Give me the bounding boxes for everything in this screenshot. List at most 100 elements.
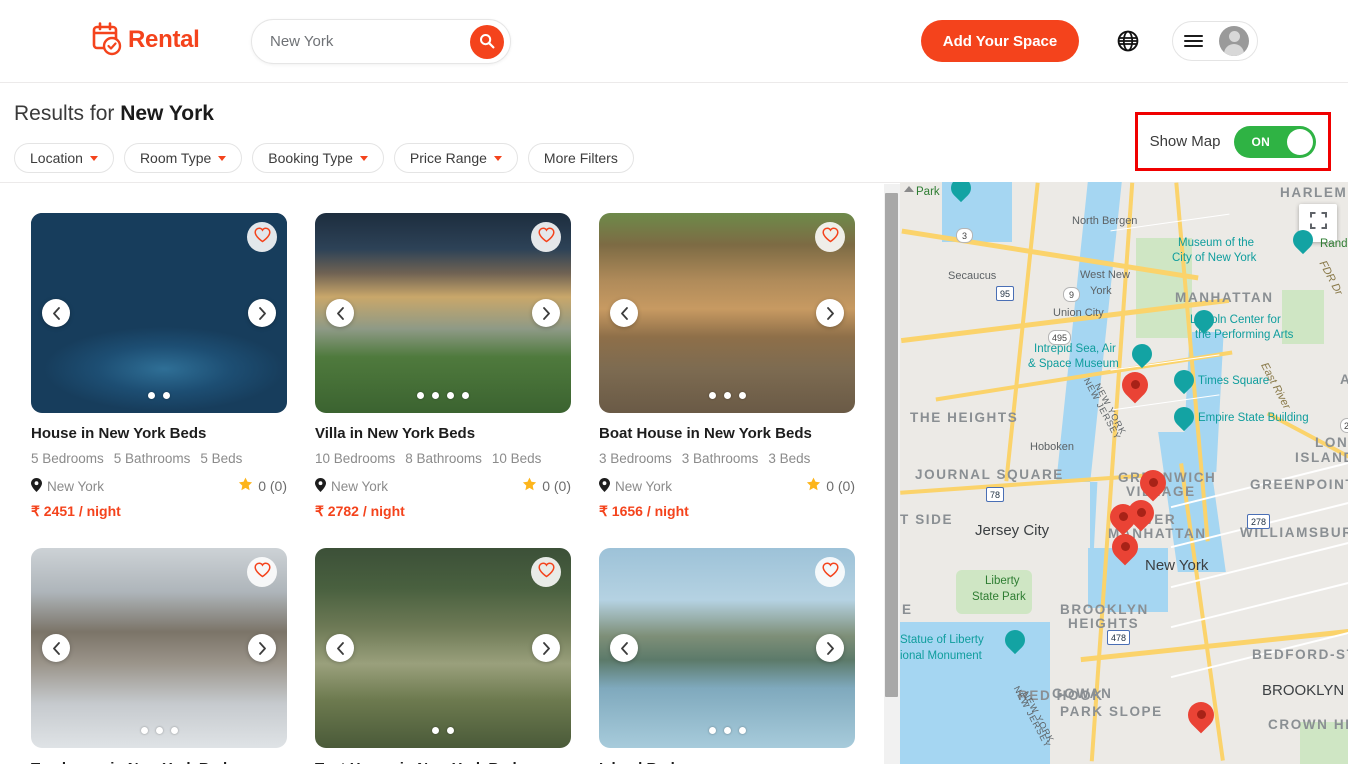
map-poi-pin-times-square[interactable]: [1169, 365, 1199, 397]
map-label: Union City: [1053, 307, 1104, 319]
listing-card[interactable]: Island Beds: [599, 548, 855, 764]
listing-title: Treehouse in New York Beds: [31, 760, 287, 764]
results-scrollbar-thumb[interactable]: [885, 193, 898, 697]
map-route-shield: 9: [1063, 287, 1080, 302]
map-label: Park: [916, 186, 940, 198]
carousel-dot[interactable]: [723, 392, 731, 399]
carousel-dots: [31, 727, 287, 734]
show-map-label: Show Map: [1149, 133, 1221, 150]
search-input[interactable]: [270, 33, 450, 50]
map-marker-listing[interactable]: [1116, 366, 1154, 406]
listing-rating: 0 (0): [238, 477, 287, 495]
carousel-prev-button[interactable]: [326, 299, 354, 327]
map-label: North Bergen: [1072, 215, 1138, 227]
map-poi-pin-park[interactable]: [946, 182, 976, 205]
listing-title: Villa in New York Beds: [315, 425, 476, 442]
carousel-dot[interactable]: [140, 727, 148, 734]
carousel-next-button[interactable]: [248, 634, 276, 662]
filter-chip-price-range[interactable]: Price Range: [393, 143, 518, 173]
favorite-button[interactable]: [247, 222, 277, 252]
filter-chip-booking-type[interactable]: Booking Type: [252, 143, 384, 173]
favorite-button[interactable]: [815, 222, 845, 252]
carousel-prev-button[interactable]: [610, 299, 638, 327]
listing-rating: 0 (0): [522, 477, 571, 495]
carousel-dot[interactable]: [432, 727, 439, 734]
carousel-next-button[interactable]: [532, 299, 560, 327]
site-header: Rental Add Your Space: [0, 0, 1348, 83]
favorite-button[interactable]: [247, 557, 277, 587]
listing-image-carousel[interactable]: [31, 213, 287, 413]
carousel-dot[interactable]: [155, 727, 163, 734]
listing-title: Boat House in New York Beds: [599, 425, 812, 442]
carousel-dot[interactable]: [148, 392, 155, 399]
listing-image-carousel[interactable]: [599, 548, 855, 748]
results-map[interactable]: Park North Bergen HARLEM Secaucus West New Yo…: [900, 182, 1348, 764]
favorite-button[interactable]: [531, 557, 561, 587]
chevron-left-icon: [620, 641, 628, 655]
listing-image-carousel[interactable]: [315, 548, 571, 748]
carousel-dot[interactable]: [708, 392, 716, 399]
chevron-down-icon: [359, 155, 368, 161]
map-marker-listing[interactable]: [1106, 528, 1144, 568]
listing-image-carousel[interactable]: [599, 213, 855, 413]
brand-logo[interactable]: Rental: [92, 22, 200, 58]
user-menu-button[interactable]: [1172, 21, 1258, 61]
carousel-next-button[interactable]: [816, 634, 844, 662]
map-pin-icon: [599, 477, 610, 495]
carousel-dot[interactable]: [462, 392, 469, 399]
carousel-dot[interactable]: [447, 392, 454, 399]
map-poi-pin-intrepid[interactable]: [1127, 339, 1157, 371]
listing-card[interactable]: Villa in New York Beds 10 Bedrooms 8 Bat…: [315, 213, 571, 520]
results-title-prefix: Results for: [14, 102, 121, 125]
filter-chip-more-filters[interactable]: More Filters: [527, 143, 634, 173]
map-label: State Park: [972, 591, 1026, 603]
results-title-query: New York: [120, 102, 214, 125]
show-map-toggle[interactable]: ON: [1234, 125, 1317, 158]
favorite-button[interactable]: [531, 222, 561, 252]
listing-title: House in New York Beds: [31, 425, 207, 442]
carousel-dot[interactable]: [163, 392, 170, 399]
map-poi-pin-statue-of-liberty[interactable]: [1000, 625, 1030, 657]
carousel-prev-button[interactable]: [42, 634, 70, 662]
carousel-dot[interactable]: [738, 727, 746, 734]
carousel-prev-button[interactable]: [42, 299, 70, 327]
chevron-down-icon: [89, 155, 98, 161]
heart-icon: [537, 561, 555, 583]
search-bar[interactable]: [251, 19, 511, 64]
carousel-next-button[interactable]: [816, 299, 844, 327]
carousel-next-button[interactable]: [532, 634, 560, 662]
filter-chip-room-type[interactable]: Room Type: [123, 143, 243, 173]
listing-image-carousel[interactable]: [315, 213, 571, 413]
listing-image-carousel[interactable]: [31, 548, 287, 748]
carousel-dot[interactable]: [447, 727, 454, 734]
carousel-dot[interactable]: [708, 727, 716, 734]
map-poi-pin-museum[interactable]: [1288, 225, 1318, 257]
carousel-dot[interactable]: [723, 727, 731, 734]
listing-bedrooms: 5 Bedrooms: [31, 451, 104, 466]
carousel-dot[interactable]: [432, 392, 439, 399]
listing-card[interactable]: House in New York Beds 5 Bedrooms 5 Bath…: [31, 213, 287, 520]
listing-meta: New York 0 (0): [315, 477, 571, 495]
listing-card[interactable]: Treehouse in New York Beds: [31, 548, 287, 764]
carousel-prev-button[interactable]: [610, 634, 638, 662]
search-button[interactable]: [470, 25, 504, 59]
listing-card[interactable]: Tent House in New York Beds: [315, 548, 571, 764]
add-your-space-button[interactable]: Add Your Space: [921, 20, 1079, 62]
map-route-shield: 495: [1048, 330, 1072, 345]
carousel-dot[interactable]: [170, 727, 178, 734]
carousel-next-button[interactable]: [248, 299, 276, 327]
listing-bedrooms: 10 Bedrooms: [315, 451, 396, 466]
map-poi-pin-lincoln-center[interactable]: [1189, 305, 1219, 337]
favorite-button[interactable]: [815, 557, 845, 587]
page-title: Results for New York: [14, 102, 214, 126]
map-poi-pin-empire-state[interactable]: [1169, 402, 1199, 434]
filter-chip-location[interactable]: Location: [14, 143, 114, 173]
map-marker-listing[interactable]: [1134, 464, 1172, 504]
carousel-prev-button[interactable]: [326, 634, 354, 662]
globe-icon[interactable]: [1114, 27, 1142, 55]
carousel-dot[interactable]: [738, 392, 746, 399]
map-marker-listing[interactable]: [1182, 696, 1220, 736]
map-scroll-up-arrow: [904, 186, 914, 192]
carousel-dot[interactable]: [417, 392, 424, 399]
listing-card[interactable]: Boat House in New York Beds 3 Bedrooms 3…: [599, 213, 855, 520]
